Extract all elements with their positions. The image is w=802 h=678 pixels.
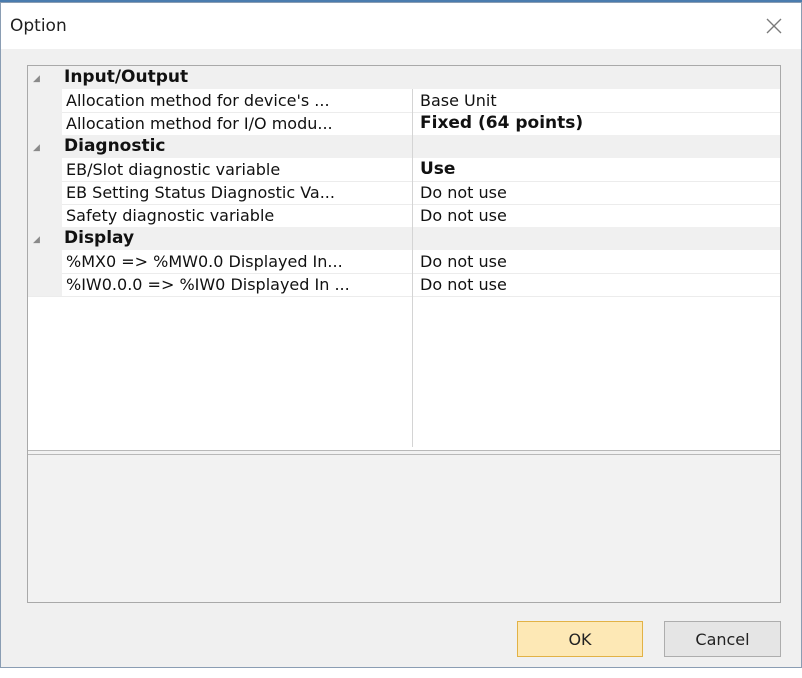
property-row[interactable]: %IW0.0.0 => %IW0 Displayed In ... Do not… [28,273,780,297]
property-row[interactable]: Allocation method for I/O modu... Fixed … [28,112,780,136]
property-value[interactable]: Base Unit [420,91,497,110]
category-label: Input/Output [64,67,189,87]
collapse-triangle-icon[interactable]: ◢ [33,143,40,153]
property-value[interactable]: Do not use [420,183,507,202]
property-name: Safety diagnostic variable [66,206,275,225]
category-label: Diagnostic [64,136,166,156]
collapse-triangle-icon[interactable]: ◢ [33,74,40,84]
category-display[interactable]: ◢ Display [28,227,780,250]
property-grid: ◢ Input/Output Allocation method for dev… [27,65,781,603]
property-value[interactable]: Use [420,159,455,179]
property-value[interactable]: Fixed (64 points) [420,113,583,133]
row-gutter [28,158,62,181]
title-bar[interactable]: Option [1,3,801,49]
row-gutter [28,112,62,135]
category-label: Display [64,228,135,248]
property-row[interactable]: Allocation method for device's ... Base … [28,89,780,113]
splitter-top[interactable] [28,450,780,451]
row-gutter [28,181,62,204]
row-gutter [28,89,62,112]
description-panel [28,455,780,602]
property-name: Allocation method for device's ... [66,91,330,110]
collapse-triangle-icon[interactable]: ◢ [33,235,40,245]
property-name: %IW0.0.0 => %IW0 Displayed In ... [66,275,350,294]
row-gutter [28,204,62,227]
property-value[interactable]: Do not use [420,252,507,271]
property-value[interactable]: Do not use [420,206,507,225]
property-row[interactable]: EB Setting Status Diagnostic Va... Do no… [28,181,780,205]
property-name: %MX0 => %MW0.0 Displayed In... [66,252,343,271]
property-row[interactable]: %MX0 => %MW0.0 Displayed In... Do not us… [28,250,780,274]
category-input-output[interactable]: ◢ Input/Output [28,66,780,89]
property-row[interactable]: Safety diagnostic variable Do not use [28,204,780,228]
row-gutter [28,273,62,296]
row-gutter [28,250,62,273]
property-name: EB/Slot diagnostic variable [66,160,281,179]
close-icon [766,18,782,34]
close-button[interactable] [757,9,791,43]
property-name: Allocation method for I/O modu... [66,114,333,133]
property-rows: ◢ Input/Output Allocation method for dev… [28,66,780,450]
category-diagnostic[interactable]: ◢ Diagnostic [28,135,780,158]
property-row[interactable]: EB/Slot diagnostic variable Use [28,158,780,182]
property-name: EB Setting Status Diagnostic Va... [66,183,335,202]
column-divider[interactable] [412,89,413,447]
ok-button[interactable]: OK [517,621,643,657]
cancel-button[interactable]: Cancel [664,621,781,657]
option-dialog: Option ◢ Input/Output Allocation method … [0,2,802,668]
dialog-title: Option [10,16,67,36]
property-value[interactable]: Do not use [420,275,507,294]
